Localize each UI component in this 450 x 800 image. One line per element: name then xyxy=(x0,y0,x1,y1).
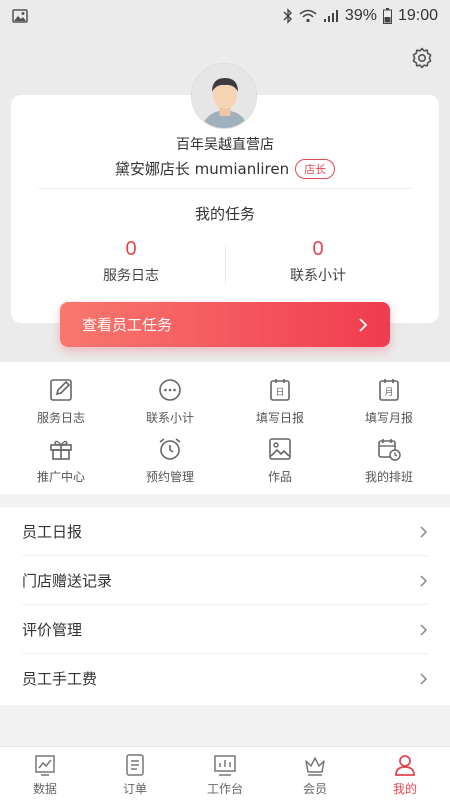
user-line: 黛安娜店长 mumianliren 店长 xyxy=(0,158,450,179)
service-log-label: 服务日志 xyxy=(103,268,159,284)
menu-item-staff-handwork-fee[interactable]: 员工手工费 xyxy=(0,654,450,703)
view-staff-tasks-label: 查看员工任务 xyxy=(82,316,173,334)
menu-item-label: 员工日报 xyxy=(22,523,83,541)
role-badge: 店长 xyxy=(295,158,336,179)
grid-label: 推广中心 xyxy=(36,470,85,484)
tab-label: 订单 xyxy=(122,782,147,796)
grid-item-contact-notes[interactable]: 联系小计 xyxy=(114,377,226,426)
menu-item-label: 评价管理 xyxy=(22,621,83,639)
menu-list: 员工日报 门店赠送记录 评价管理 员工手工费 xyxy=(0,507,450,705)
picture-icon xyxy=(269,438,291,460)
chevron-right-icon xyxy=(420,623,428,636)
svg-text:日: 日 xyxy=(275,387,284,398)
grid-item-promotion-center[interactable]: 推广中心 xyxy=(5,436,117,485)
avatar[interactable] xyxy=(191,63,257,129)
service-log-stat[interactable]: 0 服务日志 xyxy=(71,238,191,285)
chevron-right-icon xyxy=(359,317,368,332)
menu-item-label: 员工手工费 xyxy=(22,670,98,688)
chevron-right-icon xyxy=(420,525,428,538)
settings-icon[interactable] xyxy=(410,46,434,70)
tasks-title: 我的任务 xyxy=(194,205,255,223)
bluetooth-icon xyxy=(283,8,292,24)
order-icon xyxy=(126,754,144,776)
tab-label: 工作台 xyxy=(206,782,243,796)
view-staff-tasks-button[interactable]: 查看员工任务 xyxy=(60,302,390,347)
workbench-icon xyxy=(214,755,236,776)
monthly-report-icon: 月 xyxy=(379,379,399,401)
crown-icon xyxy=(305,757,325,776)
tab-label: 我的 xyxy=(392,782,417,796)
grid-label: 预约管理 xyxy=(145,470,194,484)
grid-item-appointments[interactable]: 预约管理 xyxy=(114,436,226,485)
person-icon xyxy=(395,755,415,776)
menu-item-staff-daily-report[interactable]: 员工日报 xyxy=(0,507,450,556)
signal-icon xyxy=(323,10,338,22)
tab-workbench[interactable]: 工作台 xyxy=(180,747,270,800)
shortcut-grid: 服务日志 联系小计 日 填写日报 月 填写月报 推广中心 预约管理 作品 我的排… xyxy=(0,362,450,494)
chart-icon xyxy=(35,755,55,776)
tab-orders[interactable]: 订单 xyxy=(90,747,180,800)
grid-label: 服务日志 xyxy=(36,411,85,425)
grid-label: 我的排班 xyxy=(364,470,413,484)
edit-icon xyxy=(50,379,72,401)
contact-count: 0 xyxy=(312,238,324,260)
grid-label: 填写日报 xyxy=(255,411,304,425)
tab-data[interactable]: 数据 xyxy=(0,747,90,800)
tab-label: 会员 xyxy=(302,782,327,796)
battery-icon xyxy=(382,8,392,24)
gift-icon xyxy=(50,440,72,460)
tab-mine[interactable]: 我的 xyxy=(360,747,450,800)
clock-time: 19:00 xyxy=(397,7,438,24)
menu-item-store-gift-records[interactable]: 门店赠送记录 xyxy=(0,556,450,605)
grid-item-my-schedule[interactable]: 我的排班 xyxy=(333,436,445,485)
contact-stat[interactable]: 0 联系小计 xyxy=(258,238,378,285)
schedule-icon xyxy=(378,439,401,461)
contact-label: 联系小计 xyxy=(290,268,346,284)
menu-item-review-management[interactable]: 评价管理 xyxy=(0,605,450,654)
image-icon xyxy=(12,9,28,23)
svg-text:月: 月 xyxy=(384,387,393,398)
alarm-clock-icon xyxy=(159,438,181,460)
grid-label: 填写月报 xyxy=(364,411,413,425)
wifi-icon xyxy=(299,9,317,23)
divider xyxy=(38,188,412,189)
menu-item-label: 门店赠送记录 xyxy=(22,572,113,590)
grid-item-daily-report[interactable]: 日 填写日报 xyxy=(224,377,336,426)
stat-separator xyxy=(225,245,226,285)
service-log-count: 0 xyxy=(125,238,137,260)
tab-members[interactable]: 会员 xyxy=(270,747,360,800)
status-bar: 39% 19:00 xyxy=(0,0,450,32)
chat-icon xyxy=(159,379,181,401)
grid-item-monthly-report[interactable]: 月 填写月报 xyxy=(333,377,445,426)
chevron-right-icon xyxy=(420,574,428,587)
grid-item-service-log[interactable]: 服务日志 xyxy=(5,377,117,426)
daily-report-icon: 日 xyxy=(270,379,290,401)
user-name: 黛安娜店长 mumianliren xyxy=(114,160,290,178)
grid-item-works[interactable]: 作品 xyxy=(224,436,336,485)
tab-label: 数据 xyxy=(32,782,57,796)
battery-text: 39% xyxy=(344,7,377,24)
chevron-right-icon xyxy=(420,672,428,685)
store-name: 百年吴越直营店 xyxy=(176,137,274,153)
bottom-tab-bar: 数据 订单 工作台 会员 我的 xyxy=(0,746,450,800)
grid-label: 作品 xyxy=(267,470,292,484)
grid-label: 联系小计 xyxy=(145,411,194,425)
